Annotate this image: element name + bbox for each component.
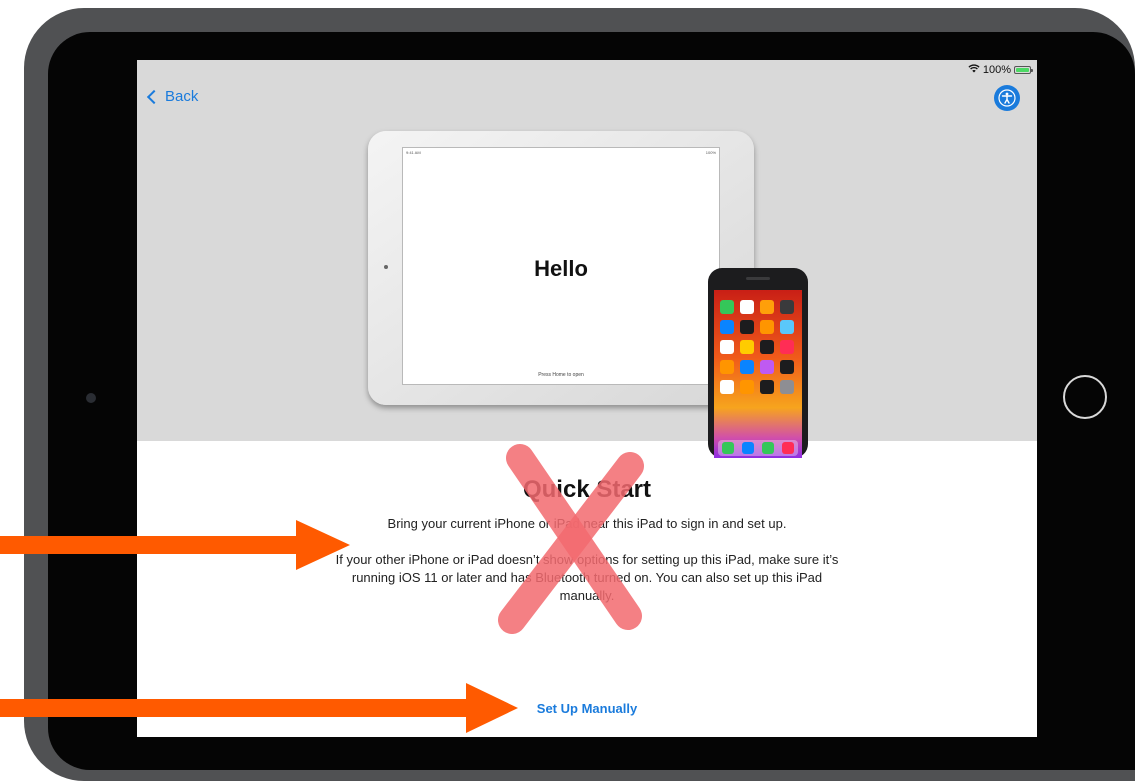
accessibility-button[interactable] [994, 85, 1020, 111]
red-x-mark [498, 444, 644, 634]
wifi-icon [968, 64, 980, 76]
iphone-dock [718, 440, 798, 456]
home-button[interactable] [1063, 375, 1107, 419]
setup-screen: 100% Back 9:41 AM 100% Hello Press Home … [137, 60, 1037, 737]
ipad-illustration: 9:41 AM 100% Hello Press Home to open [368, 131, 754, 405]
arrow-pointing-to-set-up-manually [0, 683, 518, 733]
app-grid [720, 300, 796, 394]
illustration-ipad-screen: 9:41 AM 100% Hello Press Home to open [402, 147, 720, 385]
iphone-illustration [708, 268, 808, 458]
iphone-speaker [746, 277, 770, 280]
hello-text: Hello [534, 256, 588, 281]
battery-icon [1014, 66, 1033, 74]
press-home-text: Press Home to open [538, 372, 584, 378]
illustration-battery: 100% [705, 150, 716, 155]
back-label: Back [165, 88, 199, 105]
arrow-pointing-to-instructions [0, 520, 350, 570]
battery-percent: 100% [982, 64, 1011, 76]
status-bar: 100% [968, 64, 1033, 76]
hero-illustration-area: 100% Back 9:41 AM 100% Hello Press Home … [137, 60, 1037, 458]
front-camera [86, 393, 96, 403]
chevron-left-icon [146, 89, 162, 105]
illustration-ipad-camera [384, 265, 388, 269]
iphone-home-screen [714, 290, 802, 458]
illustration-time: 9:41 AM [406, 150, 421, 155]
accessibility-icon [998, 89, 1016, 107]
back-button[interactable]: Back [146, 88, 199, 105]
